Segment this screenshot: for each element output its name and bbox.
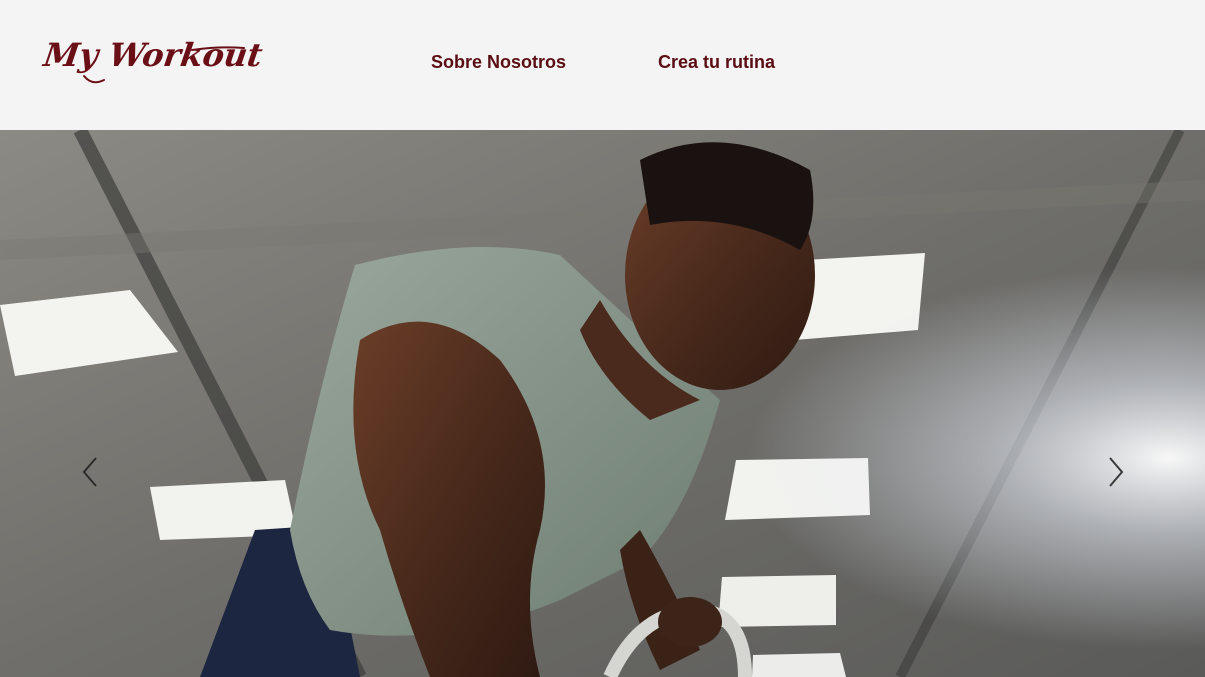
hero-image (0, 130, 1205, 677)
carousel-next-button[interactable] (1098, 454, 1134, 490)
site-header: My Workout Sobre Nosotros Crea tu rutina (0, 0, 1205, 130)
nav-link-sobre-nosotros[interactable]: Sobre Nosotros (431, 52, 566, 73)
chevron-left-icon (82, 457, 97, 487)
logo-link[interactable]: My Workout (41, 36, 265, 88)
logo-swash-decoration (83, 46, 245, 84)
hero-carousel (0, 130, 1205, 677)
nav-link-crea-tu-rutina[interactable]: Crea tu rutina (658, 52, 775, 73)
carousel-prev-button[interactable] (72, 454, 108, 490)
chevron-right-icon (1109, 457, 1124, 487)
